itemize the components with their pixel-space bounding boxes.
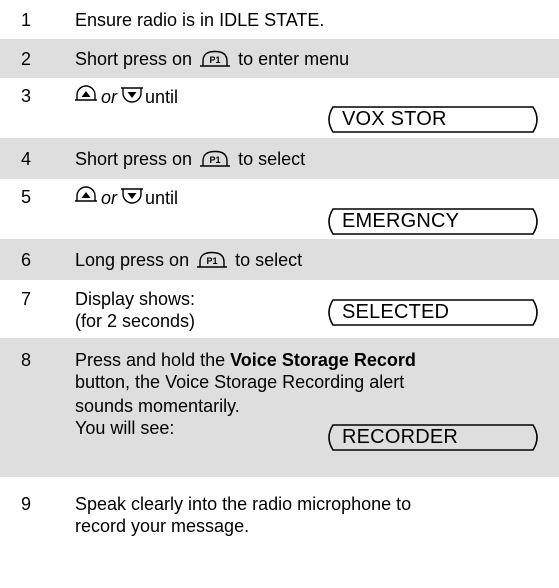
step-row-5: 5 or until EMERGNCY [0, 179, 559, 239]
step-number: 6 [21, 250, 32, 270]
step-text-before: Long press on [75, 250, 190, 270]
step-text-line: button, the Voice Storage Recording aler… [75, 372, 405, 392]
display-emergncy: EMERGNCY [322, 208, 544, 235]
svg-text:P1: P1 [207, 256, 218, 266]
step-text-line: Display shows: [75, 289, 196, 309]
step-row-6: 6 Long press on P1 to select [0, 239, 559, 280]
display-text: VOX STOR [342, 108, 447, 130]
step-text: Display shows: (for 2 seconds) [75, 288, 195, 332]
step-text: Speak clearly into the radio microphone … [75, 493, 411, 537]
step-number: 2 [21, 49, 32, 69]
svg-text:P1: P1 [210, 55, 221, 65]
down-arrow-icon [121, 85, 144, 107]
p1-button-icon: P1 [200, 150, 231, 167]
down-arrow-icon [121, 186, 144, 208]
step-number: 9 [21, 494, 32, 514]
step-text: Long press on P1 to select [75, 249, 302, 271]
step-text-before: Short press on [75, 149, 193, 169]
step-row-3: 3 or until VOX STOR [0, 78, 559, 138]
up-arrow-icon [75, 85, 97, 107]
p1-button-icon: P1 [200, 50, 231, 67]
p1-button-icon: P1 [197, 251, 228, 268]
step-text: Short press on P1 to select [75, 148, 305, 170]
step-text-line: record your message. [75, 516, 250, 536]
step-number: 1 [21, 10, 32, 30]
step-text-after: to enter menu [238, 49, 350, 69]
step-row-9: 9 Speak clearly into the radio microphon… [0, 477, 559, 588]
step-text-line: Speak clearly into the radio microphone … [75, 494, 412, 514]
until-text: until [145, 87, 179, 107]
step-row-2: 2 Short press on P1 to enter menu [0, 39, 559, 78]
step-number: 4 [21, 149, 32, 169]
until-text: until [145, 188, 179, 208]
step-number: 7 [21, 289, 32, 309]
display-selected: SELECTED [322, 299, 544, 326]
or-text: or [101, 188, 118, 208]
step-text-before: Press and hold the [75, 350, 226, 370]
step-row-4: 4 Short press on P1 to select [0, 138, 559, 179]
or-text: or [101, 87, 118, 107]
display-text: SELECTED [342, 301, 450, 323]
step-row-8: 8 Press and hold the Voice Storage Recor… [0, 338, 559, 477]
step-text-line: Press and hold the Voice Storage Record [75, 349, 416, 371]
display-vox-stor: VOX STOR [322, 106, 544, 133]
step-text: Short press on P1 to enter menu [75, 48, 349, 70]
step-number: 8 [21, 350, 32, 370]
step-text-before: Short press on [75, 49, 193, 69]
step-row-1: 1 Ensure radio is in IDLE STATE. [0, 0, 559, 39]
display-text: RECORDER [342, 426, 459, 448]
step-text-line: sounds momentarily. [75, 396, 240, 416]
up-arrow-icon [75, 186, 97, 208]
voice-storage-record-label: Voice Storage Record [230, 350, 416, 370]
step-number: 5 [21, 187, 32, 207]
step-row-7: 7 Display shows: (for 2 seconds) SELECTE… [0, 280, 559, 338]
display-text: EMERGNCY [342, 210, 460, 232]
step-text-after: to select [238, 149, 306, 169]
step-number: 3 [21, 86, 32, 106]
step-text-line: (for 2 seconds) [75, 311, 196, 331]
display-recorder: RECORDER [322, 424, 544, 451]
step-text: or until [67, 186, 178, 209]
step-text: or until [67, 85, 178, 108]
svg-text:P1: P1 [210, 155, 221, 165]
step-text: Ensure radio is in IDLE STATE. [75, 10, 325, 30]
step-text-after: to select [235, 250, 303, 270]
